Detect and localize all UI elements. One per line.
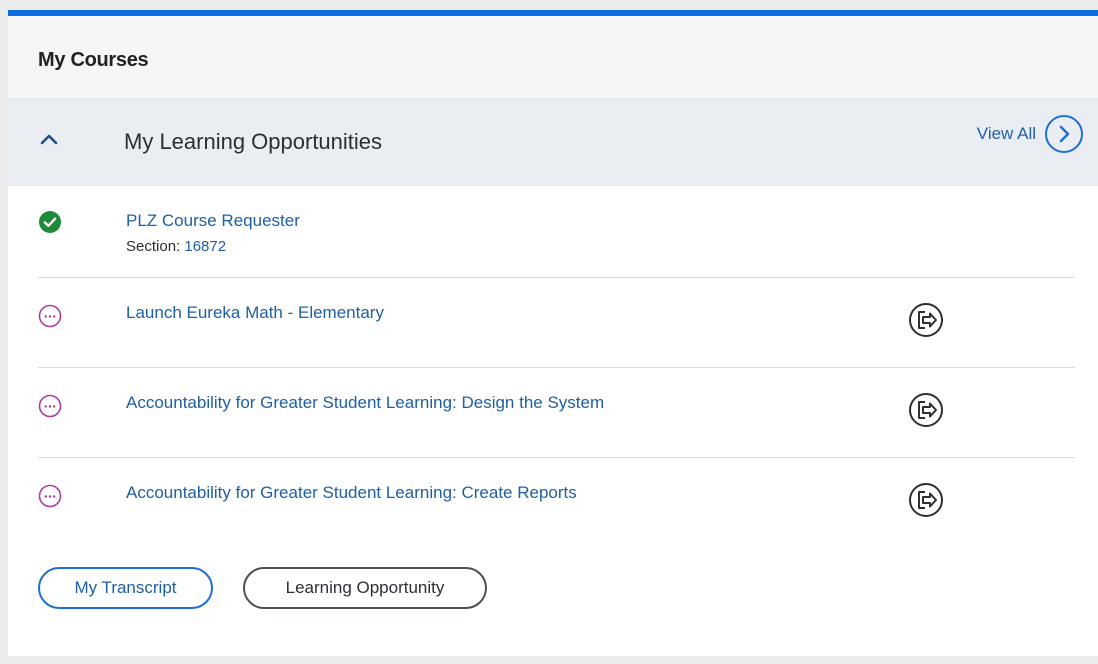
section-title: My Learning Opportunities bbox=[124, 129, 383, 154]
my-transcript-button[interactable]: My Transcript bbox=[38, 567, 213, 609]
launch-icon[interactable] bbox=[908, 302, 944, 338]
ellipsis-circle-icon bbox=[38, 304, 62, 328]
list-item: Launch Eureka Math - Elementary bbox=[38, 278, 1075, 368]
section-header: My Learning Opportunities View All bbox=[8, 99, 1098, 186]
action-buttons: My Transcript Learning Opportunity bbox=[38, 567, 487, 609]
course-list: PLZ Course Requester Section: 16872 Laun… bbox=[38, 186, 1075, 547]
course-title-link[interactable]: Accountability for Greater Student Learn… bbox=[126, 393, 604, 413]
launch-icon[interactable] bbox=[908, 482, 944, 518]
list-item: PLZ Course Requester Section: 16872 bbox=[38, 186, 1075, 278]
course-title-link[interactable]: PLZ Course Requester bbox=[126, 211, 300, 231]
learning-opportunity-button[interactable]: Learning Opportunity bbox=[243, 567, 487, 609]
section-info: Section: 16872 bbox=[126, 238, 226, 255]
card-title: My Courses bbox=[38, 49, 149, 71]
course-title-link[interactable]: Launch Eureka Math - Elementary bbox=[126, 303, 384, 323]
launch-icon[interactable] bbox=[908, 392, 944, 428]
my-courses-card: My Courses My Learning Opportunities Vie… bbox=[8, 10, 1098, 656]
view-all-link[interactable]: View All bbox=[977, 114, 1084, 154]
card-header: My Courses bbox=[8, 16, 1098, 99]
course-title-link[interactable]: Accountability for Greater Student Learn… bbox=[126, 483, 577, 503]
view-all-label: View All bbox=[976, 124, 1036, 143]
section-number: 16872 bbox=[184, 238, 227, 255]
ellipsis-circle-icon bbox=[38, 394, 62, 418]
list-item: Accountability for Greater Student Learn… bbox=[38, 368, 1075, 458]
chevron-up-icon[interactable] bbox=[38, 129, 60, 151]
check-circle-icon bbox=[39, 211, 61, 233]
ellipsis-circle-icon bbox=[38, 484, 62, 508]
chevron-right-circle-icon bbox=[1045, 115, 1083, 153]
section-label: Section: bbox=[126, 238, 181, 255]
list-item: Accountability for Greater Student Learn… bbox=[38, 458, 1075, 547]
